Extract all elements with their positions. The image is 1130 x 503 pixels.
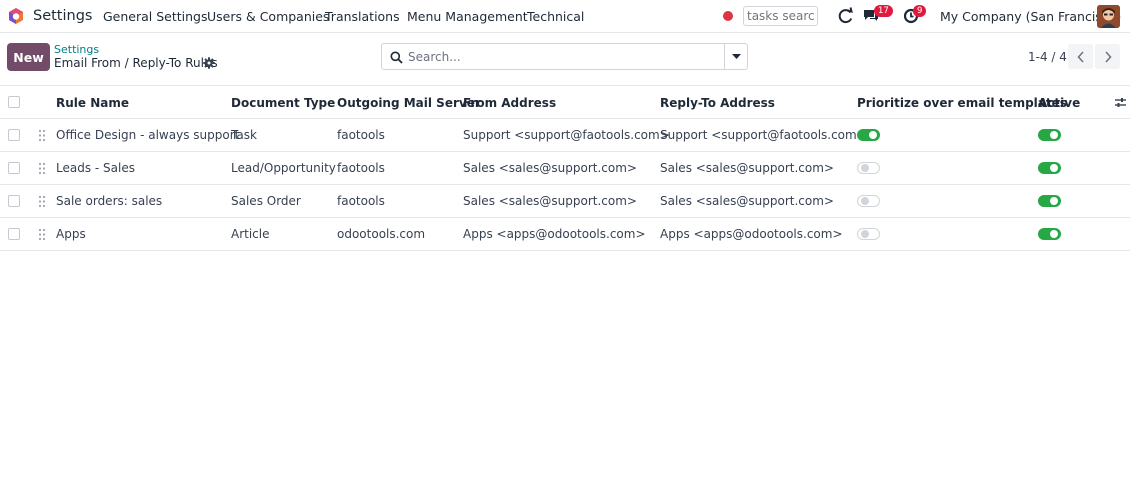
breadcrumb-settings[interactable]: Settings: [54, 43, 99, 56]
prioritize-toggle[interactable]: [857, 228, 880, 240]
row-checkbox[interactable]: [8, 195, 20, 207]
user-avatar[interactable]: [1097, 5, 1120, 28]
user-avatar-icon: [1097, 5, 1120, 28]
search-icon: [390, 51, 403, 64]
cell-mail-server: faotools: [337, 194, 385, 208]
cell-document-type: Lead/Opportunity: [231, 161, 336, 175]
odoo-app-icon[interactable]: [7, 7, 25, 25]
optional-columns-icon[interactable]: [1114, 96, 1127, 109]
systray-search-input[interactable]: [743, 6, 818, 26]
chevron-right-icon: [1104, 50, 1112, 63]
company-switcher[interactable]: My Company (San Francisco): [940, 9, 1121, 24]
drag-handle-icon[interactable]: [38, 195, 46, 208]
column-reply-to-address[interactable]: Reply-To Address: [660, 96, 775, 110]
chevron-left-icon: [1076, 50, 1084, 63]
cell-reply-to-address: Sales <sales@support.com>: [660, 194, 834, 208]
cell-mail-server: faotools: [337, 161, 385, 175]
table-row[interactable]: Sale orders: sales Sales Order faotools …: [0, 185, 1130, 218]
menu-menu-management[interactable]: Menu Management: [407, 9, 528, 24]
activities-button[interactable]: 9: [903, 5, 927, 26]
drag-handle-icon[interactable]: [38, 162, 46, 175]
prioritize-toggle[interactable]: [857, 162, 880, 174]
column-document-type[interactable]: Document Type: [231, 96, 335, 110]
select-all-checkbox[interactable]: [8, 96, 20, 108]
search-bar: [381, 43, 725, 70]
cell-document-type: Task: [231, 128, 257, 142]
top-navbar: Settings General Settings Users & Compan…: [0, 0, 1130, 33]
messages-button[interactable]: 17: [862, 5, 893, 26]
column-prioritize[interactable]: Prioritize over email templates: [857, 96, 1067, 110]
table-row[interactable]: Office Design - always support Task faot…: [0, 119, 1130, 152]
active-toggle[interactable]: [1038, 195, 1061, 207]
menu-users-companies[interactable]: Users & Companies: [207, 9, 329, 24]
active-toggle[interactable]: [1038, 162, 1061, 174]
cell-mail-server: faotools: [337, 128, 385, 142]
pager-next-button[interactable]: [1095, 44, 1120, 69]
row-checkbox[interactable]: [8, 162, 20, 174]
menu-technical[interactable]: Technical: [527, 9, 584, 24]
search-options-toggle[interactable]: [724, 43, 748, 70]
menu-translations[interactable]: Translations: [325, 9, 400, 24]
active-toggle[interactable]: [1038, 228, 1061, 240]
active-toggle[interactable]: [1038, 129, 1061, 141]
cell-rule-name: Leads - Sales: [56, 161, 135, 175]
caret-down-icon: [732, 54, 741, 59]
search-input[interactable]: [408, 48, 708, 66]
column-rule-name[interactable]: Rule Name: [56, 96, 129, 110]
new-button[interactable]: New: [7, 43, 50, 71]
cell-from-address: Apps <apps@odootools.com>: [463, 227, 646, 241]
app-title[interactable]: Settings: [33, 8, 92, 24]
column-active[interactable]: Active: [1038, 96, 1080, 110]
cell-document-type: Sales Order: [231, 194, 301, 208]
table-header: Rule Name Document Type Outgoing Mail Se…: [0, 85, 1130, 119]
cell-rule-name: Apps: [56, 227, 86, 241]
cell-reply-to-address: Apps <apps@odootools.com>: [660, 227, 843, 241]
cell-mail-server: odootools.com: [337, 227, 426, 241]
cell-rule-name: Office Design - always support: [56, 128, 240, 142]
cell-document-type: Article: [231, 227, 270, 241]
refresh-icon[interactable]: [836, 6, 856, 26]
page-title: Email From / Reply-To Rules: [54, 56, 218, 70]
messages-badge: 17: [874, 5, 893, 17]
table-row[interactable]: Apps Article odootools.com Apps <apps@od…: [0, 218, 1130, 251]
menu-general-settings[interactable]: General Settings: [103, 9, 208, 24]
column-outgoing-mail-server[interactable]: Outgoing Mail Server: [337, 96, 481, 110]
activities-badge: 9: [913, 5, 927, 17]
cell-reply-to-address: Support <support@faotools.com>: [660, 128, 867, 142]
cell-from-address: Sales <sales@support.com>: [463, 161, 637, 175]
cell-from-address: Support <support@faotools.com>: [463, 128, 670, 142]
row-checkbox[interactable]: [8, 129, 20, 141]
prioritize-toggle[interactable]: [857, 195, 880, 207]
status-dot: [723, 11, 733, 21]
cell-rule-name: Sale orders: sales: [56, 194, 163, 208]
prioritize-toggle[interactable]: [857, 129, 880, 141]
column-from-address[interactable]: From Address: [463, 96, 556, 110]
table-row[interactable]: Leads - Sales Lead/Opportunity faotools …: [0, 152, 1130, 185]
row-checkbox[interactable]: [8, 228, 20, 240]
drag-handle-icon[interactable]: [38, 228, 46, 241]
cell-reply-to-address: Sales <sales@support.com>: [660, 161, 834, 175]
gear-icon[interactable]: [203, 57, 215, 69]
cell-from-address: Sales <sales@support.com>: [463, 194, 637, 208]
pager-value[interactable]: 1-4 / 4: [1028, 50, 1067, 64]
pager-previous-button[interactable]: [1068, 44, 1093, 69]
drag-handle-icon[interactable]: [38, 129, 46, 142]
